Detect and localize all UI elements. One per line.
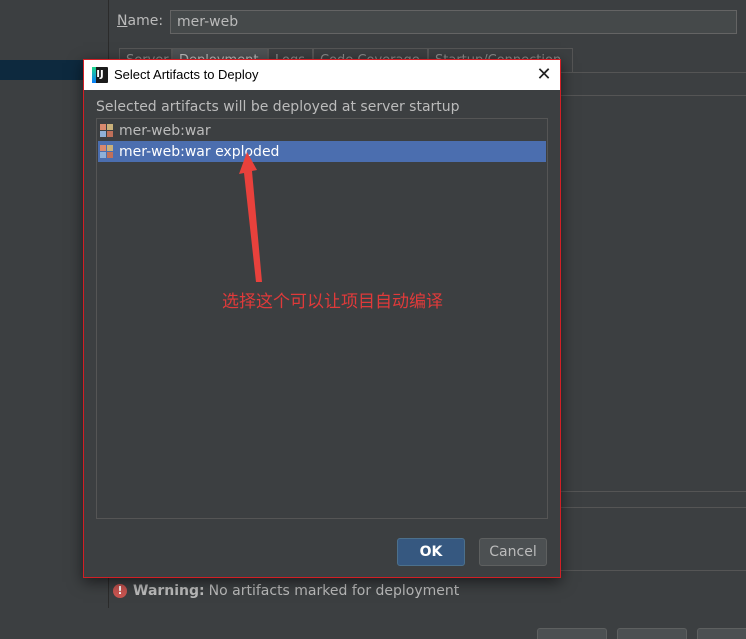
annotation-arrow: [239, 152, 262, 282]
annotation-text: 选择这个可以让项目自动编译: [222, 292, 443, 312]
